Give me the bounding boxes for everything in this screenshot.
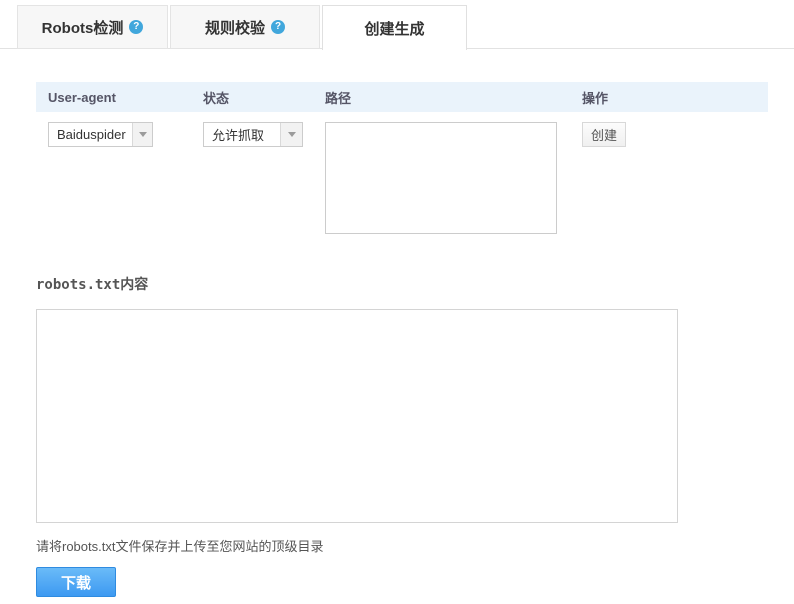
tab-create-generate[interactable]: 创建生成 [322,5,467,50]
rule-table-row: Baiduspider 允许抓取 创建 [36,122,768,239]
help-icon[interactable]: ? [129,20,143,34]
upload-instruction-note: 请将robots.txt文件保存并上传至您网站的顶级目录 [36,536,323,555]
header-user-agent: User-agent [36,90,191,105]
chevron-down-icon[interactable] [280,123,302,146]
tab-robots-check[interactable]: Robots检测 ? [17,5,168,49]
tab-rule-verify[interactable]: 规则校验 ? [170,5,320,49]
robots-tool-panel: Robots检测 ? 规则校验 ? 创建生成 User-agent 状态 路径 … [0,0,794,604]
path-input[interactable] [325,122,557,234]
tab-create-generate-label: 创建生成 [364,18,424,39]
chevron-down-icon[interactable] [132,123,152,146]
rule-table-header: User-agent 状态 路径 操作 [36,82,768,112]
header-path: 路径 [313,88,570,107]
user-agent-selected-value: Baiduspider [49,123,132,146]
robots-content-textarea[interactable] [36,309,678,523]
tab-rule-verify-label: 规则校验 [205,17,265,38]
header-action: 操作 [570,88,768,107]
download-button[interactable]: 下载 [36,567,116,597]
tab-robots-check-label: Robots检测 [42,17,124,38]
robots-content-label: robots.txt内容 [36,274,148,294]
user-agent-select[interactable]: Baiduspider [48,122,153,147]
rule-table: User-agent 状态 路径 操作 Baiduspider 允许抓取 [36,82,768,239]
header-status: 状态 [191,88,313,107]
tab-bar: Robots检测 ? 规则校验 ? 创建生成 [0,5,794,49]
help-icon[interactable]: ? [271,20,285,34]
create-button[interactable]: 创建 [582,122,626,147]
status-selected-value: 允许抓取 [204,123,280,146]
status-select[interactable]: 允许抓取 [203,122,303,147]
